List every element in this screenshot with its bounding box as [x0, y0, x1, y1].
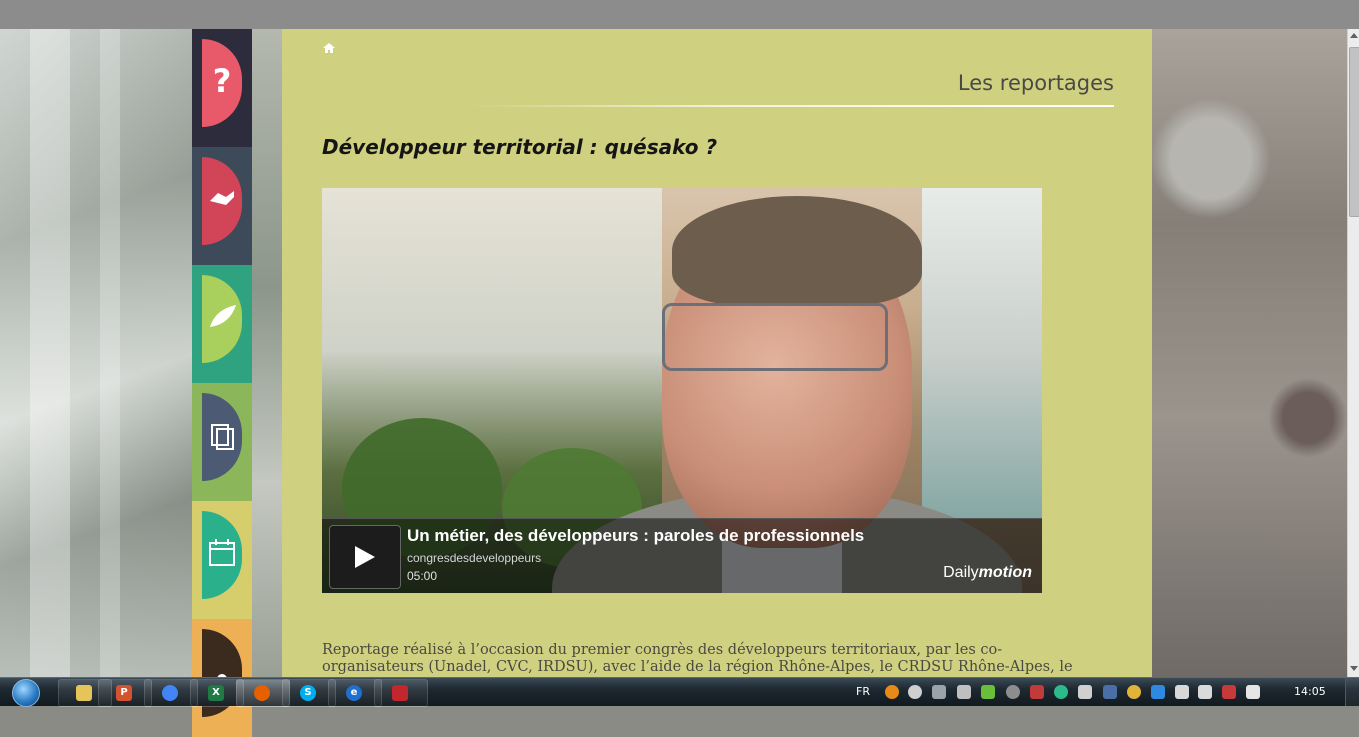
volume-icon[interactable] [1198, 685, 1212, 699]
title-divider [472, 105, 1114, 107]
video-info-bar: Un métier, des développeurs : paroles de… [322, 518, 1042, 593]
show-desktop-button[interactable] [1345, 678, 1359, 706]
video-channel[interactable]: congresdesdeveloppeurs [407, 551, 541, 565]
nav-item-agenda[interactable] [192, 501, 252, 619]
question-icon: ? [212, 62, 232, 100]
internet-explorer-icon: e [346, 685, 362, 701]
network-signal-icon[interactable] [1246, 685, 1260, 699]
taskbar-clock[interactable]: 14:05 [1294, 685, 1326, 698]
action-center-icon[interactable] [1222, 685, 1236, 699]
video-player[interactable]: Un métier, des développeurs : paroles de… [322, 188, 1042, 593]
tray-app-icon[interactable] [1030, 685, 1044, 699]
home-icon[interactable] [322, 41, 336, 55]
scroll-up-icon[interactable] [1350, 33, 1358, 38]
windows-taskbar: P X S e FR 14:05 [0, 677, 1359, 707]
start-button[interactable] [6, 678, 44, 707]
page-scrollbar[interactable] [1347, 29, 1359, 677]
video-title[interactable]: Un métier, des développeurs : paroles de… [407, 526, 864, 546]
main-content: Les reportages Développeur territorial :… [282, 29, 1152, 677]
tray-app-icon[interactable] [908, 685, 922, 699]
nav-item-documents[interactable] [192, 383, 252, 501]
tray-app-icon[interactable] [957, 685, 971, 699]
chrome-icon [162, 685, 178, 701]
powerpoint-icon: P [116, 685, 132, 701]
dropbox-icon[interactable] [1151, 685, 1165, 699]
file-explorer-icon [76, 685, 92, 701]
documents-icon [211, 424, 234, 450]
play-button[interactable] [329, 525, 401, 589]
skype-icon: S [300, 685, 316, 701]
nav-item-partners[interactable] [192, 147, 252, 265]
article-title: Développeur territorial : quésako ? [322, 135, 718, 159]
dailymotion-logo[interactable]: Dailymotion [943, 564, 1032, 582]
handshake-icon [210, 191, 234, 205]
leaf-icon [210, 305, 236, 327]
tray-app-icon[interactable] [932, 685, 946, 699]
article-body: Reportage réalisé à l’occasion du premie… [322, 642, 1073, 677]
video-duration: 05:00 [407, 569, 438, 583]
language-indicator[interactable]: FR [856, 685, 870, 698]
section-title: Les reportages [957, 71, 1114, 95]
background-photo-strip [252, 29, 282, 677]
scrollbar-thumb[interactable] [1349, 47, 1359, 217]
excel-icon: X [208, 685, 224, 701]
tray-app-icon[interactable] [885, 685, 899, 699]
taskbar-acrobat[interactable] [374, 679, 428, 707]
scroll-down-icon[interactable] [1350, 666, 1358, 671]
nav-item-questions[interactable]: ? [192, 29, 252, 147]
calendar-icon [209, 539, 235, 566]
tray-app-icon[interactable] [1127, 685, 1141, 699]
firefox-icon [254, 685, 270, 701]
browser-top-bar [0, 0, 1359, 30]
background-photo-right [1152, 29, 1347, 677]
tray-app-icon[interactable] [1103, 685, 1117, 699]
tray-app-icon[interactable] [1054, 685, 1068, 699]
tray-app-icon[interactable] [1078, 685, 1092, 699]
tray-app-icon[interactable] [1006, 685, 1020, 699]
play-icon [355, 546, 375, 568]
tray-app-icon[interactable] [981, 685, 995, 699]
background-photo-left [0, 29, 192, 677]
nav-item-ecology[interactable] [192, 265, 252, 383]
acrobat-icon [392, 685, 408, 701]
windows-start-icon [12, 679, 40, 707]
side-navigation: ? [192, 29, 252, 737]
tray-app-icon[interactable] [1175, 685, 1189, 699]
